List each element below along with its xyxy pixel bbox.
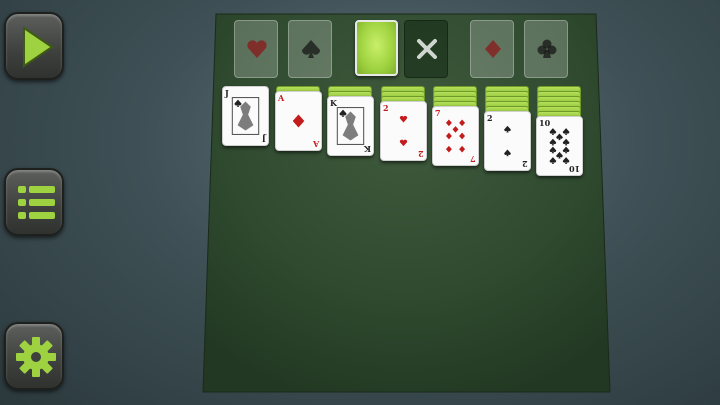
club-icon (537, 39, 557, 58)
playing-card[interactable]: JJ (222, 86, 269, 146)
spade-icon (549, 128, 570, 164)
card-rank: J (262, 134, 266, 144)
card-rank: 10 (568, 164, 580, 174)
heart-icon (247, 40, 267, 58)
playing-card[interactable]: 22 (380, 101, 427, 161)
foundation-diamonds[interactable] (470, 20, 514, 78)
menu-button[interactable] (4, 168, 64, 236)
card-rank: 2 (487, 113, 493, 123)
playing-card[interactable]: AA (275, 91, 322, 151)
playing-card[interactable]: 77 (432, 106, 479, 166)
card-rank: J (225, 88, 229, 98)
diamond-icon (292, 114, 305, 128)
card-rank: A (312, 139, 319, 149)
card-rank: 2 (418, 149, 424, 159)
card-rank: 2 (383, 103, 389, 113)
playing-card[interactable]: KK (327, 96, 374, 156)
playing-card[interactable]: 10 10 (536, 116, 583, 176)
foundation-hearts[interactable] (234, 20, 278, 78)
diamond-icon (485, 40, 501, 58)
list-icon (18, 186, 55, 219)
settings-button[interactable] (4, 322, 64, 390)
spade-icon (231, 97, 260, 135)
heart-icon (399, 115, 408, 147)
playing-card[interactable]: 22 (484, 111, 531, 171)
foundation-clubs[interactable] (524, 20, 568, 78)
play-icon (23, 26, 54, 68)
play-button[interactable] (4, 12, 64, 80)
waste-pile[interactable] (404, 20, 448, 78)
spade-icon (504, 125, 511, 157)
spade-icon (336, 107, 365, 145)
card-rank: K (364, 144, 371, 154)
close-icon (417, 39, 437, 59)
diamond-icon (445, 119, 466, 153)
spade-icon (301, 40, 321, 58)
gear-icon (16, 337, 56, 377)
card-rank: 7 (470, 154, 476, 164)
card-rank: 7 (435, 108, 441, 118)
card-rank: 2 (522, 159, 528, 169)
foundation-spades[interactable] (288, 20, 332, 78)
stock-pile[interactable] (355, 20, 398, 76)
